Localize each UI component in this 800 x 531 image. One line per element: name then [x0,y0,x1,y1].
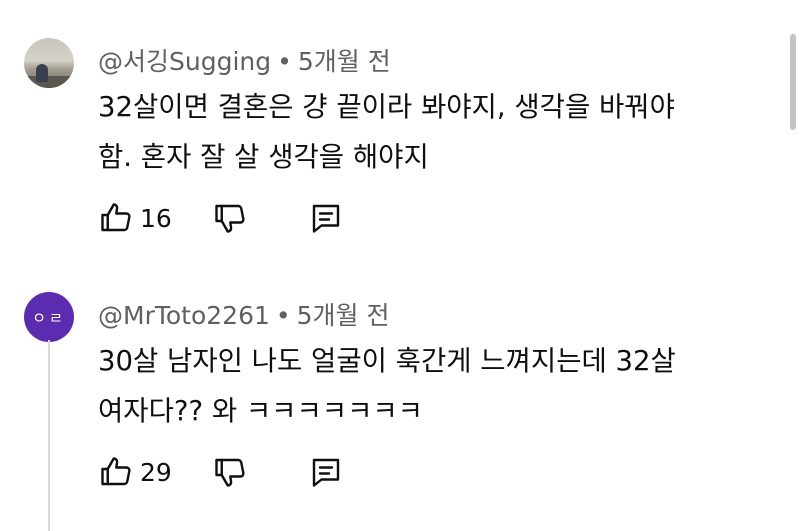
meta-separator: • [275,301,291,330]
comment-text-line: 함. 혼자 잘 살 생각을 해야지 [98,141,429,173]
comment-timestamp[interactable]: 5개월 전 [297,301,390,330]
avatar-initials: ㅇㄹ [32,308,66,327]
comment-author[interactable]: @서깅Sugging [98,47,271,76]
comment-text-line: 32살이면 결혼은 걍 끝이라 봐야지, 생각을 바꿔야 [98,91,675,123]
reply-thread-line [48,340,50,531]
comment-item: @서깅Sugging • 5개월 전 32살이면 결혼은 걍 끝이라 봐야지, 생각… [0,0,780,260]
comment-meta: @서깅Sugging • 5개월 전 [98,42,391,78]
reply-button[interactable] [308,454,344,490]
avatar[interactable] [24,38,74,88]
like-count: 16 [140,203,172,233]
comment-text-line: 여자다?? 와 ㅋㅋㅋㅋㅋㅋㅋ [98,395,423,427]
comment-meta: @MrToto2261 • 5개월 전 [98,296,390,332]
dislike-button[interactable] [212,200,248,236]
thumbs-up-icon [98,454,134,490]
comment-text: 30살 남자인 나도 얼굴이 훅간게 느껴지는데 32살 여자다?? 와 ㅋㅋㅋ… [98,336,758,436]
comment-reply-icon [308,454,344,490]
scrollbar[interactable] [790,34,796,130]
comment-actions: 16 [98,198,344,238]
thumbs-down-icon [212,200,248,236]
thumbs-up-icon [98,200,134,236]
comment-item: ㅇㄹ @MrToto2261 • 5개월 전 30살 남자인 나도 얼굴이 훅간게 … [0,260,780,531]
dislike-button[interactable] [212,454,248,490]
like-button[interactable]: 16 [98,200,172,236]
comment-author[interactable]: @MrToto2261 [98,301,270,330]
comment-timestamp[interactable]: 5개월 전 [298,47,391,76]
comment-text: 32살이면 결혼은 걍 끝이라 봐야지, 생각을 바꿔야 함. 혼자 잘 살 생… [98,82,758,182]
like-count: 29 [140,457,172,487]
comment-actions: 29 [98,452,344,492]
comment-text-line: 30살 남자인 나도 얼굴이 훅간게 느껴지는데 32살 [98,345,676,377]
avatar-photo-ground [24,76,74,88]
thumbs-down-icon [212,454,248,490]
reply-button[interactable] [308,200,344,236]
avatar-photo-figure [36,64,48,82]
comment-reply-icon [308,200,344,236]
like-button[interactable]: 29 [98,454,172,490]
meta-separator: • [277,47,292,76]
avatar[interactable]: ㅇㄹ [24,292,74,342]
